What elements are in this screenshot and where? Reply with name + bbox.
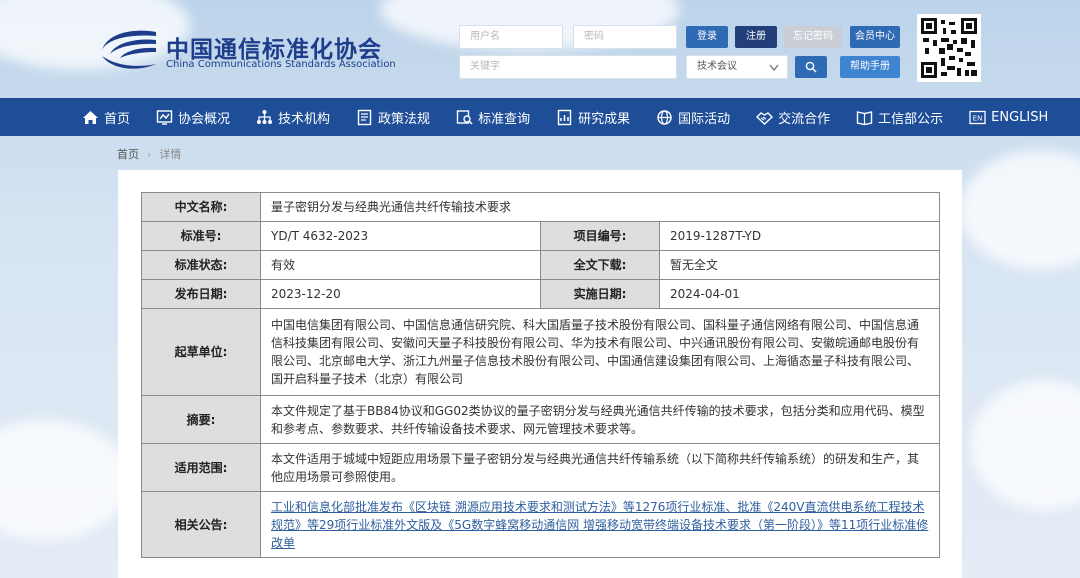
table-row: 标准号: YD/T 4632-2023 项目编号: 2019-1287T-YD xyxy=(141,221,940,251)
nav-item-english[interactable]: EN ENGLISH xyxy=(969,98,1048,136)
breadcrumb-home-link[interactable]: 首页 xyxy=(117,148,139,161)
scope-label: 适用范围: xyxy=(141,443,261,492)
cloud-decoration xyxy=(970,380,1080,510)
nav-item-label: 国际活动 xyxy=(678,111,731,127)
nav-item-label: 技术机构 xyxy=(278,111,331,127)
abstract-value: 本文件规定了基于BB84协议和GG02类协议的量子密钥分发与经典光通信共纤传输的… xyxy=(260,395,940,444)
org-icon xyxy=(257,109,273,124)
table-row: 起草单位: 中国电信集团有限公司、中国信息通信研究院、科大国盾量子技术股份有限公… xyxy=(141,308,940,396)
member-center-button[interactable]: 会员中心 xyxy=(850,26,900,48)
download-label: 全文下载: xyxy=(540,250,660,280)
implement-date-label: 实施日期: xyxy=(540,279,660,309)
breadcrumb-current: 详情 xyxy=(159,148,182,161)
en-icon: EN xyxy=(969,110,986,124)
project-number-value: 2019-1287T-YD xyxy=(659,221,940,251)
login-button[interactable]: 登录 xyxy=(686,26,728,48)
forgot-password-button[interactable]: 忘记密码 xyxy=(784,26,842,48)
project-number-label: 项目编号: xyxy=(540,221,660,251)
report-icon xyxy=(557,109,572,125)
nav-item-standard-query[interactable]: 标准查询 xyxy=(456,98,530,136)
nav-item-home[interactable]: 首页 xyxy=(82,98,130,136)
chart-icon xyxy=(156,109,173,125)
keyword-input[interactable]: 关键字 xyxy=(459,55,677,79)
site-logo[interactable]: 中国通信标准化协会 China Communications Standards… xyxy=(98,26,398,76)
table-row: 标准状态: 有效 全文下载: 暂无全文 xyxy=(141,250,940,280)
search-doc-icon xyxy=(456,109,473,125)
nav-item-label: 交流合作 xyxy=(778,111,831,127)
site-header: 中国通信标准化协会 China Communications Standards… xyxy=(0,0,1080,98)
notice-link[interactable]: 工业和信息化部批准发布《区块链 溯源应用技术要求和测试方法》等1276项行业标准… xyxy=(271,500,928,550)
table-row: 发布日期: 2023-12-20 实施日期: 2024-04-01 xyxy=(141,279,940,309)
notice-cell: 工业和信息化部批准发布《区块链 溯源应用技术要求和测试方法》等1276项行业标准… xyxy=(260,491,940,558)
globe-icon xyxy=(657,109,672,125)
search-button[interactable] xyxy=(795,56,827,78)
logo-english-name: China Communications Standards Associati… xyxy=(166,59,396,70)
doc-icon xyxy=(357,109,372,125)
qr-code xyxy=(917,14,981,82)
publish-date-value: 2023-12-20 xyxy=(260,279,541,309)
nav-item-label: 标准查询 xyxy=(478,111,531,127)
nav-item-miit-notice[interactable]: 工信部公示 xyxy=(856,98,943,136)
cloud-decoration xyxy=(0,420,130,540)
abstract-label: 摘要: xyxy=(141,395,261,444)
breadcrumb-separator: › xyxy=(147,148,152,161)
nav-item-international[interactable]: 国际活动 xyxy=(656,98,730,136)
nav-item-cooperation[interactable]: 交流合作 xyxy=(756,98,830,136)
nav-item-label: 首页 xyxy=(104,111,131,127)
table-row: 相关公告: 工业和信息化部批准发布《区块链 溯源应用技术要求和测试方法》等127… xyxy=(141,491,940,558)
status-label: 标准状态: xyxy=(141,250,261,280)
help-manual-button[interactable]: 帮助手册 xyxy=(840,56,900,78)
table-row: 摘要: 本文件规定了基于BB84协议和GG02类协议的量子密钥分发与经典光通信共… xyxy=(141,395,940,444)
category-select[interactable]: 技术会议 xyxy=(686,55,788,79)
logo-mark-icon xyxy=(102,30,156,69)
nav-item-tech-org[interactable]: 技术机构 xyxy=(256,98,330,136)
standard-number-label: 标准号: xyxy=(141,221,261,251)
nav-item-label: ENGLISH xyxy=(991,109,1049,125)
nav-item-research[interactable]: 研究成果 xyxy=(556,98,630,136)
nav-item-label: 工信部公示 xyxy=(878,111,944,127)
drafter-value: 中国电信集团有限公司、中国信息通信研究院、科大国盾量子技术股份有限公司、国科量子… xyxy=(260,308,940,396)
home-icon xyxy=(83,110,98,124)
svg-text:EN: EN xyxy=(973,114,983,122)
password-input[interactable]: 密码 xyxy=(573,25,677,49)
notice-label: 相关公告: xyxy=(141,491,261,558)
book-icon xyxy=(856,110,873,125)
table-row: 中文名称: 量子密钥分发与经典光通信共纤传输技术要求 xyxy=(141,192,940,222)
nav-item-about[interactable]: 协会概况 xyxy=(156,98,230,136)
search-icon xyxy=(805,61,817,73)
main-nav: 首页 协会概况 技术机构 政策法规 标准查询 研究成果 国际活动 交流合作 工信… xyxy=(0,98,1080,136)
nav-item-label: 政策法规 xyxy=(378,111,431,127)
qr-code-icon xyxy=(921,18,977,78)
download-value: 暂无全文 xyxy=(659,250,940,280)
nav-item-label: 协会概况 xyxy=(178,111,231,127)
username-input[interactable]: 用户名 xyxy=(459,25,563,49)
breadcrumb: 首页 › 详情 xyxy=(117,146,181,162)
standard-number-value: YD/T 4632-2023 xyxy=(260,221,541,251)
scope-value: 本文件适用于城域中短距应用场景下量子密钥分发与经典光通信共纤传输系统（以下简称共… xyxy=(260,443,940,492)
table-row: 适用范围: 本文件适用于城域中短距应用场景下量子密钥分发与经典光通信共纤传输系统… xyxy=(141,443,940,492)
drafter-label: 起草单位: xyxy=(141,308,261,396)
publish-date-label: 发布日期: xyxy=(141,279,261,309)
nav-item-label: 研究成果 xyxy=(578,111,631,127)
standard-detail-table: 中文名称: 量子密钥分发与经典光通信共纤传输技术要求 标准号: YD/T 463… xyxy=(141,192,940,558)
category-select-value: 技术会议 xyxy=(697,61,737,72)
register-button[interactable]: 注册 xyxy=(735,26,777,48)
chevron-down-icon xyxy=(769,64,779,72)
handshake-icon xyxy=(756,111,774,125)
name-value: 量子密钥分发与经典光通信共纤传输技术要求 xyxy=(260,192,940,222)
name-label: 中文名称: xyxy=(141,192,261,222)
nav-item-policy[interactable]: 政策法规 xyxy=(356,98,430,136)
implement-date-value: 2024-04-01 xyxy=(659,279,940,309)
status-value: 有效 xyxy=(260,250,541,280)
cloud-decoration xyxy=(960,150,1080,270)
